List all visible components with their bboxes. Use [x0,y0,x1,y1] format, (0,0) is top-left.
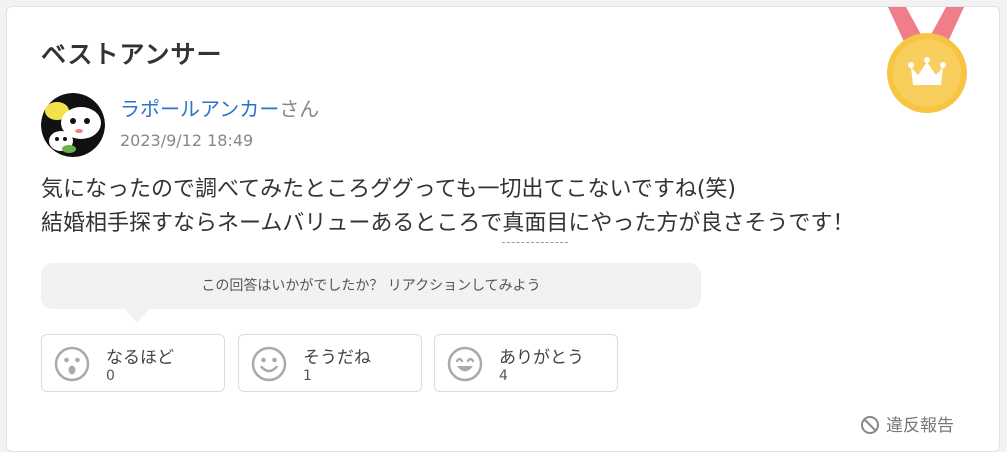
answer-line-1: 気になったので調べてみたところググっても一切出てこないですね(笑) [41,177,736,202]
best-answer-card: ベストアンサー ラポールアンカーさん 2023/9/12 18:49 気になった… [6,6,1000,452]
avatar[interactable] [41,93,105,157]
user-name-link[interactable]: ラポールアンカー [120,97,279,121]
answer-body: 気になったので調べてみたところググっても一切出てこないですね(笑) 結婚相手探す… [41,173,855,243]
report-link[interactable]: 違反報告 [860,411,954,436]
user-line: ラポールアンカーさん [120,93,319,122]
user-suffix: さん [279,97,320,121]
reaction-prompt-tail [125,309,149,323]
answer-line-2: 結婚相手探すならネームバリューあるところで真面目にやった方が良さそうです！ [41,207,855,243]
answer-line-2-before: 結婚相手探すならネームバリューあるところで [41,211,503,236]
reaction-button-naruhodo[interactable]: なるほど 0 [41,334,225,392]
surprised-face-icon [54,346,90,382]
prohibited-icon [861,416,879,434]
smile-face-icon [251,346,287,382]
reaction-prompt: この回答はいかがでしたか？ リアクションしてみよう [41,263,701,309]
report-label: 違反報告 [886,416,954,436]
reaction-button-arigatou[interactable]: ありがとう 4 [434,334,618,392]
page-title: ベストアンサー [41,40,223,69]
reaction-count: 4 [499,368,508,384]
timestamp: 2023/9/12 18:49 [120,131,254,150]
reaction-button-soudane[interactable]: そうだね 1 [238,334,422,392]
answer-line-2-after: にやった方が良さそうです！ [568,211,855,236]
reaction-count: 1 [303,368,312,384]
reaction-label: ありがとう [499,348,584,368]
crown-medal-icon [887,7,967,113]
keyword-highlight[interactable]: 真面目 [502,211,569,243]
reaction-count: 0 [106,368,115,384]
reaction-label: なるほど [106,348,174,368]
avatar-illustration-icon [41,93,105,157]
reaction-label: そうだね [303,348,371,368]
grin-face-icon [447,346,483,382]
